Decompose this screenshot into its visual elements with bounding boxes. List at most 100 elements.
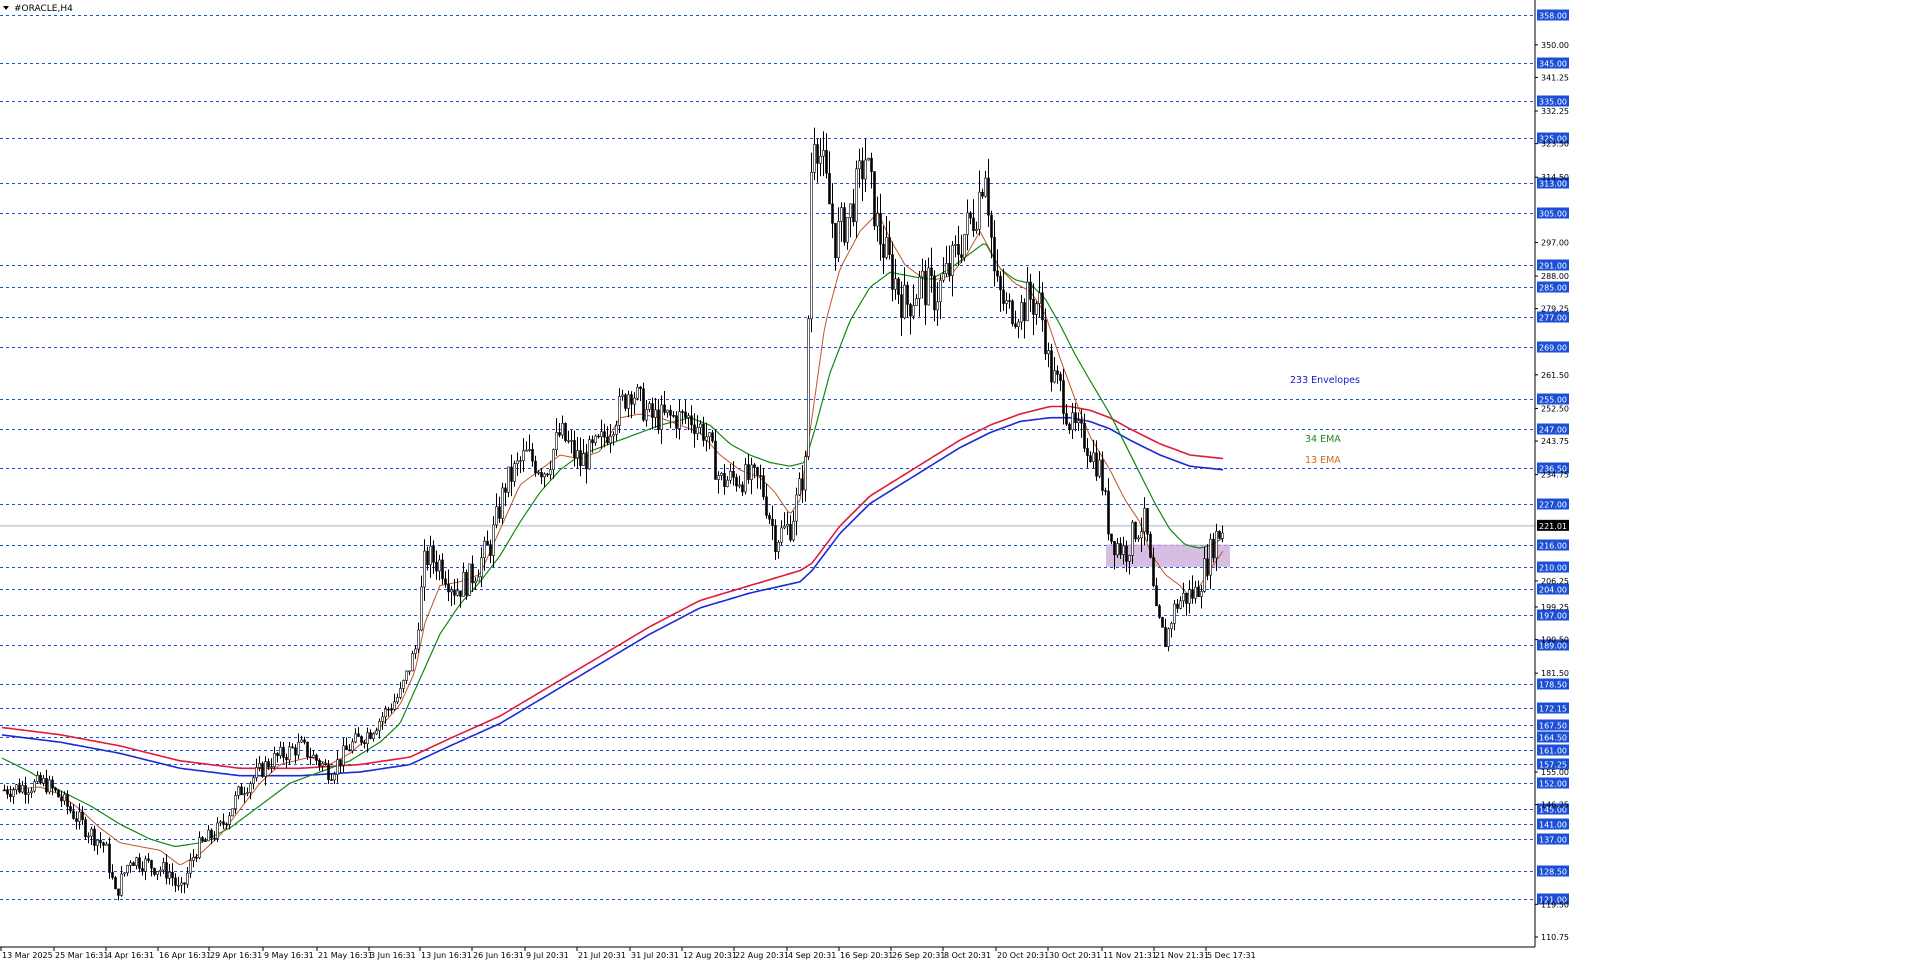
- candle-body: [1098, 459, 1101, 477]
- candle-body: [771, 518, 774, 526]
- candle-body: [351, 741, 354, 752]
- candle-body: [279, 746, 282, 757]
- candle-body: [318, 760, 321, 767]
- candle-body: [162, 862, 165, 871]
- candle-body: [42, 778, 45, 784]
- candle-body: [225, 823, 228, 826]
- candle-body: [1182, 592, 1185, 602]
- annotation-label: 233 Envelopes: [1290, 375, 1360, 386]
- candle-body: [585, 453, 588, 470]
- candle-body: [156, 871, 159, 875]
- candle-body: [342, 745, 345, 766]
- candle-body: [576, 450, 579, 459]
- price-scale-label: 350.00: [1541, 41, 1569, 50]
- candle-body: [552, 449, 555, 470]
- candle-body: [645, 409, 648, 421]
- candle-body: [174, 877, 177, 886]
- candle-body: [1122, 545, 1125, 555]
- candle-body: [540, 472, 543, 478]
- candle-body: [921, 270, 924, 278]
- level-label: 167.50: [1539, 722, 1567, 731]
- candle-body: [432, 545, 435, 563]
- price-scale-label: 332.25: [1541, 107, 1569, 116]
- level-label: 178.50: [1539, 681, 1567, 690]
- price-scale-label: 199.25: [1541, 603, 1569, 612]
- candle-body: [882, 243, 885, 258]
- candle-body: [75, 818, 78, 822]
- candle-body: [735, 477, 738, 487]
- candle-body: [930, 267, 933, 277]
- candle-body: [1143, 508, 1146, 533]
- candle-body: [438, 559, 441, 572]
- candle-body: [609, 435, 612, 444]
- candle-body: [1065, 413, 1068, 425]
- candle-body: [693, 424, 696, 434]
- candle-body: [690, 415, 693, 426]
- candle-body: [528, 449, 531, 451]
- time-axis-label: 8 Oct 20:31: [944, 951, 991, 960]
- candle-body: [702, 423, 705, 441]
- candle-body: [426, 550, 429, 566]
- candle-body: [366, 732, 369, 745]
- candle-body: [108, 843, 111, 873]
- candle-body: [1050, 350, 1053, 383]
- candle-body: [762, 475, 765, 498]
- candle-body: [936, 301, 939, 311]
- candle-body: [1119, 543, 1122, 555]
- candle-body: [135, 857, 138, 866]
- price-chart: 358.00345.00335.00325.00313.00305.00291.…: [0, 0, 1916, 963]
- candle-body: [249, 783, 252, 793]
- candle-body: [846, 217, 849, 243]
- candle-body: [1008, 300, 1011, 302]
- candle-body: [570, 440, 573, 442]
- candle-body: [114, 877, 117, 890]
- candle-body: [129, 862, 132, 866]
- candle-body: [186, 872, 189, 885]
- candle-body: [1047, 350, 1050, 355]
- candle-body: [1197, 586, 1200, 597]
- candle-body: [171, 872, 174, 879]
- candle-body: [150, 860, 153, 869]
- price-scale-label: 190.50: [1541, 636, 1569, 645]
- candle-body: [126, 865, 129, 874]
- candle-body: [234, 795, 237, 810]
- price-scale-label: 323.50: [1541, 140, 1569, 149]
- candle-body: [765, 496, 768, 516]
- candle-body: [96, 839, 99, 846]
- candle-body: [477, 576, 480, 582]
- symbol-header[interactable]: #ORACLE,H4: [3, 4, 73, 14]
- candle-body: [981, 191, 984, 197]
- candle-body: [837, 221, 840, 259]
- candle-body: [639, 386, 642, 390]
- candle-body: [1203, 558, 1206, 592]
- candle-body: [201, 837, 204, 842]
- time-axis-label: 29 Apr 16:31: [210, 951, 262, 960]
- candle-body: [1023, 302, 1026, 322]
- candle-body: [213, 837, 216, 840]
- candle-body: [729, 471, 732, 481]
- candle-body: [546, 473, 549, 476]
- price-scale-label: 279.25: [1541, 305, 1569, 314]
- candle-body: [906, 284, 909, 305]
- candle-body: [567, 440, 570, 442]
- candle-body: [237, 786, 240, 796]
- level-label: 216.00: [1539, 542, 1567, 551]
- candle-body: [861, 160, 864, 180]
- candle-body: [1164, 627, 1167, 647]
- level-label: 197.00: [1539, 612, 1567, 621]
- candle-body: [270, 766, 273, 768]
- candle-body: [717, 475, 720, 480]
- candle-body: [534, 460, 537, 474]
- candle-body: [504, 487, 507, 493]
- level-label: 269.00: [1539, 344, 1567, 353]
- candle-body: [513, 463, 516, 482]
- candle-body: [813, 144, 816, 173]
- candle-body: [102, 842, 105, 846]
- candle-body: [864, 159, 867, 180]
- candle-body: [417, 629, 420, 650]
- price-scale-label: 119.50: [1541, 900, 1569, 909]
- level-label: 204.00: [1539, 586, 1567, 595]
- candle-body: [450, 589, 453, 593]
- candle-body: [1140, 531, 1143, 539]
- candle-body: [993, 237, 996, 272]
